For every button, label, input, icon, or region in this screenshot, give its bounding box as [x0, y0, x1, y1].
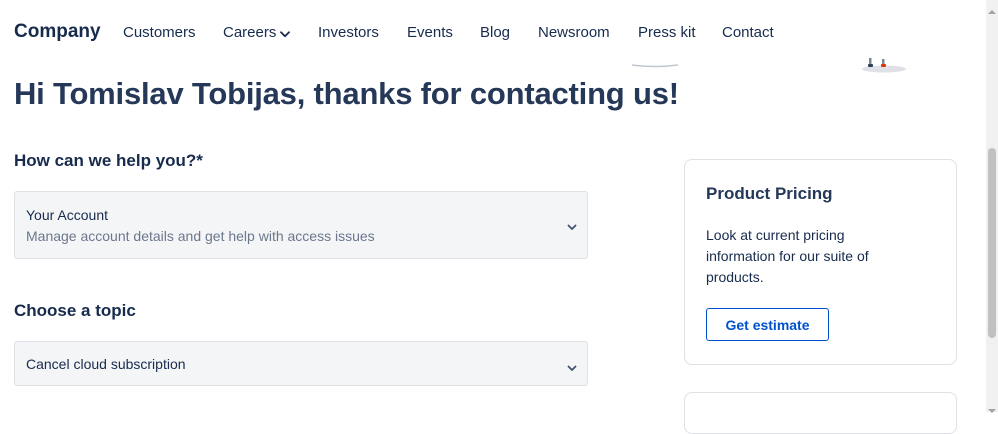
nav-item-events[interactable]: Events	[407, 24, 453, 41]
topic-label: Choose a topic	[14, 301, 136, 320]
chevron-down-icon	[280, 25, 291, 42]
scroll-down-arrow-icon[interactable]	[988, 401, 996, 419]
illustration-fragment	[630, 55, 680, 68]
nav-item-careers-label: Careers	[223, 24, 277, 41]
brand-logo[interactable]: Company	[14, 21, 101, 43]
secondary-card	[684, 392, 957, 434]
product-pricing-card: Product Pricing Look at current pricing …	[684, 159, 957, 365]
top-navigation: Company Customers Careers Investors Even…	[0, 0, 985, 64]
scrollbar-thumb[interactable]	[988, 148, 996, 338]
card-description: Look at current pricing information for …	[706, 227, 869, 285]
nav-item-contact[interactable]: Contact	[722, 24, 774, 41]
help-category-select[interactable]: Your Account Manage account details and …	[14, 191, 588, 259]
scrollbar[interactable]	[986, 0, 998, 413]
scroll-up-arrow-icon[interactable]	[988, 2, 996, 20]
nav-item-newsroom[interactable]: Newsroom	[538, 24, 610, 41]
card-title: Product Pricing	[706, 184, 833, 203]
nav-item-press-kit[interactable]: Press kit	[638, 24, 696, 41]
help-category-description: Manage account details and get help with…	[26, 228, 375, 244]
nav-item-blog[interactable]: Blog	[480, 24, 510, 41]
help-category-value: Your Account	[26, 207, 108, 223]
get-estimate-button[interactable]: Get estimate	[706, 308, 829, 341]
chevron-down-icon	[567, 218, 577, 236]
chevron-down-icon	[567, 359, 577, 377]
topic-value: Cancel cloud subscription	[26, 356, 186, 372]
help-question-label: How can we help you?*	[14, 151, 203, 170]
illustration-figures	[852, 56, 908, 74]
nav-item-customers[interactable]: Customers	[123, 24, 196, 41]
topic-select[interactable]: Cancel cloud subscription	[14, 341, 588, 386]
nav-item-careers[interactable]: Careers	[223, 24, 291, 42]
nav-item-investors[interactable]: Investors	[318, 24, 379, 41]
page-title: Hi Tomislav Tobijas, thanks for contacti…	[14, 76, 679, 111]
